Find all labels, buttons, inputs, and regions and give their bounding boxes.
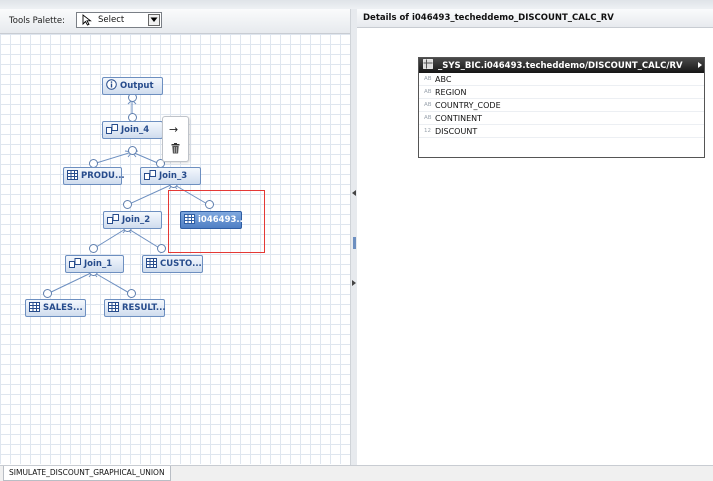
table-icon bbox=[29, 301, 40, 315]
column-row[interactable]: AB ABC bbox=[419, 73, 704, 86]
column-name: ABC bbox=[435, 74, 452, 84]
column-type-icon: AB bbox=[424, 115, 432, 121]
custo-label: CUSTO... bbox=[160, 259, 202, 269]
join-1-input-port[interactable] bbox=[89, 244, 98, 253]
join-2-input-port[interactable] bbox=[123, 200, 132, 209]
column-name: COUNTRY_CODE bbox=[435, 100, 501, 110]
join-4-label: Join_4 bbox=[121, 125, 150, 135]
custo-node[interactable]: CUSTO... bbox=[142, 255, 203, 273]
column-name: DISCOUNT bbox=[435, 126, 478, 136]
column-name: CONTINENT bbox=[435, 113, 483, 123]
chevron-down-icon[interactable] bbox=[148, 14, 160, 26]
table-icon bbox=[67, 169, 78, 183]
join-3-label: Join_3 bbox=[159, 171, 188, 181]
column-type-icon: AB bbox=[424, 76, 432, 82]
info-icon bbox=[106, 79, 117, 93]
join-1-node[interactable]: Join_1 bbox=[65, 255, 124, 273]
join-1-label: Join_1 bbox=[84, 259, 113, 269]
diagram-editor-panel: Tools Palette: Select Output Join_4 PROD… bbox=[0, 9, 351, 465]
editor-tab-bar: SIMULATE_DISCOUNT_GRAPHICAL_UNION bbox=[0, 465, 713, 481]
expand-icon[interactable] bbox=[698, 62, 702, 68]
sales-node[interactable]: SALES... bbox=[25, 299, 86, 317]
tool-select-value: Select bbox=[98, 15, 125, 25]
result-node[interactable]: RESULT... bbox=[104, 299, 166, 317]
column-type-icon: AB bbox=[424, 89, 432, 95]
join-2-node[interactable]: Join_2 bbox=[103, 211, 162, 229]
table-icon bbox=[108, 301, 119, 315]
details-header: Details of i046493_techeddemo_DISCOUNT_C… bbox=[357, 9, 713, 28]
join-2-label: Join_2 bbox=[122, 215, 151, 225]
join-3-node[interactable]: Join_3 bbox=[140, 167, 201, 185]
result-label: RESULT... bbox=[122, 303, 166, 313]
join-icon bbox=[69, 257, 81, 271]
editor-tab[interactable]: SIMULATE_DISCOUNT_GRAPHICAL_UNION bbox=[3, 466, 171, 481]
column-name: REGION bbox=[435, 87, 467, 97]
diagram-canvas[interactable]: Output Join_4 PRODU... Join_3 Join_2 i04… bbox=[0, 34, 350, 464]
details-title: Details of i046493_techeddemo_DISCOUNT_C… bbox=[363, 13, 614, 23]
tools-palette-toolbar: Tools Palette: Select bbox=[0, 9, 350, 34]
splitter-grip[interactable] bbox=[353, 237, 356, 249]
table-icon bbox=[146, 257, 157, 271]
output-node[interactable]: Output bbox=[102, 77, 163, 95]
entity-name: _SYS_BIC.i046493.techeddemo/DISCOUNT_CAL… bbox=[438, 60, 683, 71]
column-row[interactable]: AB REGION bbox=[419, 86, 704, 99]
join-icon bbox=[144, 169, 156, 183]
custo-port[interactable] bbox=[157, 244, 166, 253]
trash-icon[interactable] bbox=[171, 143, 180, 157]
join-4-output-port[interactable] bbox=[128, 146, 137, 155]
entity-header[interactable]: _SYS_BIC.i046493.techeddemo/DISCOUNT_CAL… bbox=[419, 58, 704, 73]
sales-label: SALES... bbox=[43, 303, 83, 313]
produ-label: PRODU... bbox=[81, 171, 125, 181]
collapse-left-icon[interactable] bbox=[352, 190, 356, 196]
details-panel: Details of i046493_techeddemo_DISCOUNT_C… bbox=[357, 9, 713, 465]
join-icon bbox=[106, 123, 118, 137]
tools-palette-label: Tools Palette: bbox=[9, 16, 65, 26]
column-row[interactable]: AB CONTINENT bbox=[419, 112, 704, 125]
column-row[interactable]: AB COUNTRY_CODE bbox=[419, 99, 704, 112]
produ-node[interactable]: PRODU... bbox=[63, 167, 125, 185]
column-type-icon: 12 bbox=[424, 128, 431, 134]
join-4-node[interactable]: Join_4 bbox=[102, 121, 163, 139]
column-type-icon: AB bbox=[424, 102, 432, 108]
view-icon bbox=[423, 59, 433, 72]
output-node-label: Output bbox=[120, 81, 154, 91]
column-row[interactable]: 12 DISCOUNT bbox=[419, 125, 704, 138]
node-context-menu: → bbox=[162, 116, 189, 162]
join-icon bbox=[107, 213, 119, 227]
pointer-cursor-icon bbox=[82, 14, 92, 29]
result-port[interactable] bbox=[127, 289, 136, 298]
tool-select-dropdown[interactable]: Select bbox=[76, 12, 162, 28]
move-arrow-icon[interactable]: → bbox=[169, 123, 178, 136]
entity-details-box[interactable]: _SYS_BIC.i046493.techeddemo/DISCOUNT_CAL… bbox=[418, 57, 705, 158]
selection-highlight bbox=[168, 190, 265, 253]
sales-port[interactable] bbox=[43, 289, 52, 298]
expand-right-icon[interactable] bbox=[352, 280, 356, 286]
